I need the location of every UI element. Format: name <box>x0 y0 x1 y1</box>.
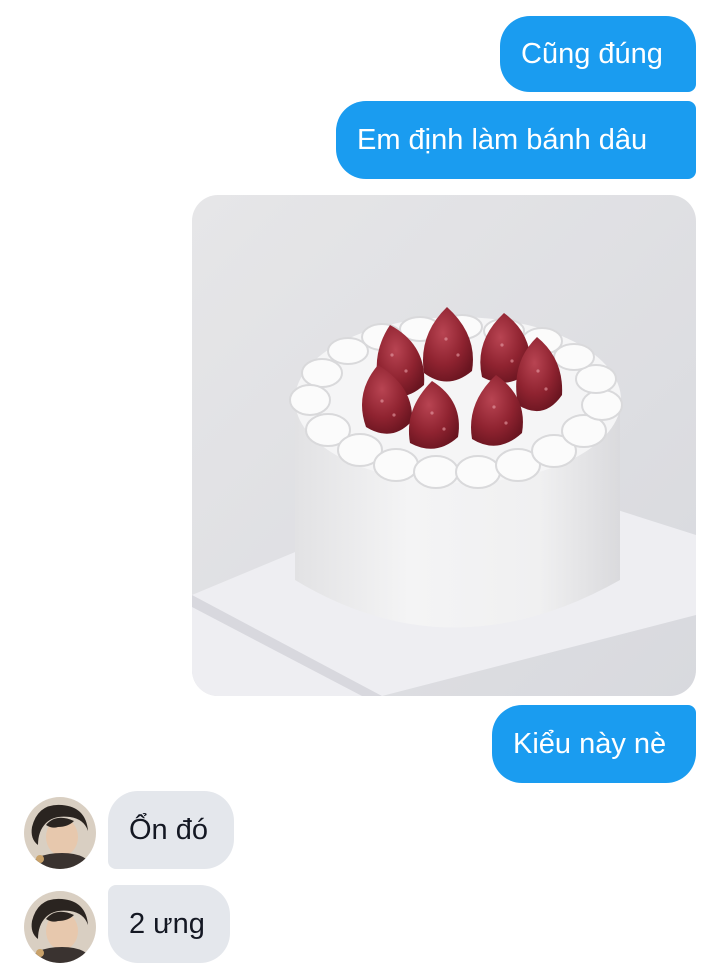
message-bubble-outgoing[interactable]: Em định làm bánh dâu <box>336 101 696 179</box>
message-photo-cake[interactable] <box>192 195 696 696</box>
message-bubble-incoming[interactable]: 2 ưng <box>108 885 230 963</box>
message-text: Kiểu này nè <box>513 727 667 760</box>
message-text: Em định làm bánh dâu <box>357 123 648 156</box>
message-text: Cũng đúng <box>521 37 663 70</box>
message-bubble-incoming[interactable]: Ổn đó <box>108 791 234 869</box>
strawberry-cake-image <box>192 195 696 696</box>
contact-avatar[interactable] <box>24 891 96 963</box>
avatar-portrait-icon <box>24 797 96 869</box>
message-bubble-outgoing[interactable]: Cũng đúng <box>500 16 696 92</box>
message-text: Ổn đó <box>129 813 208 846</box>
avatar-portrait-icon <box>24 891 96 963</box>
contact-avatar[interactable] <box>24 797 96 869</box>
message-text: 2 ưng <box>129 907 205 940</box>
message-bubble-outgoing[interactable]: Kiểu này nè <box>492 705 696 783</box>
